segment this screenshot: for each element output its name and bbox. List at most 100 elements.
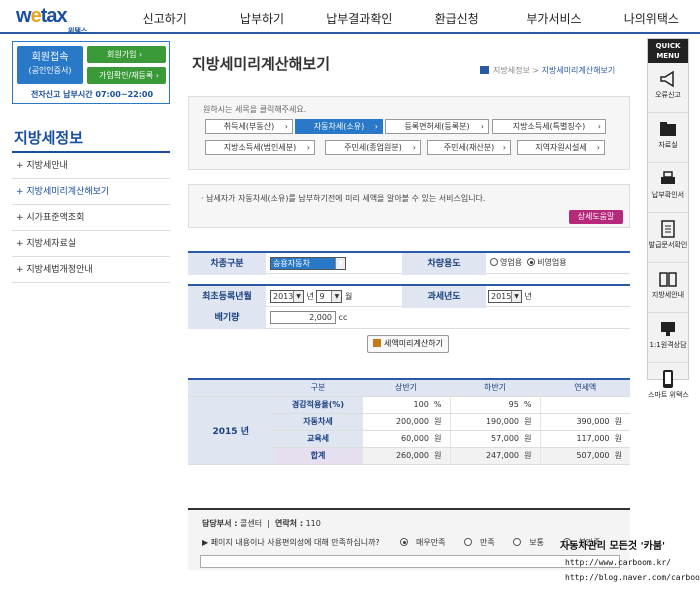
left-menu-item-guide[interactable]: + 지방세안내 bbox=[12, 153, 170, 179]
tax-year-select[interactable]: 2015 ▼ bbox=[488, 290, 522, 303]
tax-btn-resident-property[interactable]: 주민세(재산분) › bbox=[427, 140, 511, 155]
tax-btn-regional-resource[interactable]: 지역자원시설세 › bbox=[517, 140, 605, 155]
breadcrumb: 지방세정보 > 지방세미리계산해보기 bbox=[480, 65, 615, 76]
quick-item-doc-verify[interactable]: 발급문서확인 bbox=[648, 219, 688, 263]
nav-item-extra[interactable]: 부가서비스 bbox=[505, 10, 602, 27]
row-label: 합계 bbox=[273, 447, 362, 465]
usage-radio-business[interactable] bbox=[490, 258, 498, 266]
tax-year-field: 2015 ▼ 년 bbox=[488, 290, 532, 303]
cc-field: 2,000 cc bbox=[270, 311, 347, 324]
home-icon[interactable] bbox=[480, 66, 489, 74]
book-icon bbox=[659, 272, 677, 287]
usage-opt2-label: 비영업용 bbox=[537, 258, 567, 267]
opt-very-satisfied[interactable]: 매우만족 bbox=[400, 538, 453, 547]
monitor-icon bbox=[661, 322, 675, 336]
row-h2: 247,000 원 bbox=[449, 447, 540, 465]
find-account-button[interactable]: 가입확인/재등록 › bbox=[87, 67, 166, 84]
quick-item-label: 스마트 위택스 bbox=[648, 391, 689, 399]
dept-info: 담당부서 : 콜센터 | 연락처 : 110 bbox=[202, 519, 321, 528]
nav-item-report[interactable]: 신고하기 bbox=[116, 10, 213, 27]
chevron-down-icon: ▼ bbox=[293, 291, 303, 302]
row-h2: 95 % bbox=[449, 396, 540, 414]
tax-select-box: 원하시는 세목을 클릭해주세요. 취득세(부동산) › 자동차세(소유) › 등록면… bbox=[188, 96, 630, 170]
tax-btn-resident-employee[interactable]: 주민세(종업원분) › bbox=[325, 140, 421, 155]
join-button[interactable]: 회원가입 › bbox=[87, 46, 166, 63]
tax-btn-registration[interactable]: 등록면허세(등록분) › bbox=[385, 119, 489, 134]
breadcrumb-current: 지방세미리계산해보기 bbox=[541, 66, 616, 75]
tax-btn-car[interactable]: 자동차세(소유) › bbox=[295, 119, 383, 134]
logo-text: wetax bbox=[16, 5, 68, 27]
chevron-down-icon: ▼ bbox=[331, 291, 342, 302]
radio[interactable] bbox=[464, 538, 472, 546]
quick-item-label: 자료실 bbox=[658, 141, 678, 149]
unit: 원 bbox=[524, 417, 532, 426]
left-menu-item-precalc[interactable]: + 지방세미리계산해보기 bbox=[12, 179, 170, 205]
wetax-logo[interactable]: wetax 위택스 bbox=[16, 5, 96, 35]
tax-year-label: 과세년도 bbox=[402, 286, 486, 308]
nav-item-my[interactable]: 나의위택스 bbox=[603, 10, 700, 27]
reg-year-select[interactable]: 2013 ▼ bbox=[270, 290, 304, 303]
row-h1: 100 % bbox=[361, 396, 450, 414]
tax-btn-label: 주민세(종업원분) bbox=[344, 143, 402, 152]
unit: % bbox=[523, 400, 532, 409]
quick-item-remote-consult[interactable]: 1:1원격상담 bbox=[648, 319, 688, 363]
quick-item-error-report[interactable]: 오류신고 bbox=[648, 69, 688, 113]
result-header-empty bbox=[188, 379, 274, 397]
quick-item-smart-wetax[interactable]: 스마트 위택스 bbox=[648, 369, 689, 413]
contact-label: 연락처 : bbox=[274, 519, 304, 528]
tax-btn-acquisition[interactable]: 취득세(부동산) › bbox=[205, 119, 293, 134]
printer-icon bbox=[661, 171, 675, 184]
value: 200,000 bbox=[395, 417, 430, 426]
logo-sub: 위택스 bbox=[68, 27, 88, 35]
opt-neutral[interactable]: 보통 bbox=[513, 538, 552, 547]
quick-item-library[interactable]: 자료실 bbox=[648, 119, 688, 163]
quick-item-payment-cert[interactable]: 납부확인서 bbox=[648, 169, 688, 213]
chevron-down-icon: ▼ bbox=[335, 258, 345, 269]
row-label: 교육세 bbox=[273, 430, 362, 448]
radio[interactable] bbox=[400, 538, 408, 546]
quick-item-tax-guide[interactable]: 지방세안내 bbox=[648, 269, 688, 313]
phone-icon bbox=[663, 370, 673, 388]
breadcrumb-parent[interactable]: 지방세정보 bbox=[493, 66, 530, 75]
tax-btn-income-corporate[interactable]: 지방소득세(법인세분) › bbox=[205, 140, 315, 155]
reg-year-value: 2013 bbox=[273, 292, 294, 301]
feedback-input[interactable] bbox=[200, 555, 620, 568]
value: 100 bbox=[413, 400, 429, 409]
watermark-title: 자동차관리 모든것 '카붐' bbox=[560, 541, 666, 552]
tax-btn-label: 지방소득세(특별징수) bbox=[512, 122, 586, 131]
result-header-row: 구분 상반기 하반기 연세액 bbox=[188, 379, 630, 397]
unit: 원 bbox=[434, 451, 442, 460]
value: 95 bbox=[508, 400, 519, 409]
left-menu-item-standard-price[interactable]: + 시가표준액조회 bbox=[12, 205, 170, 231]
notice-box: · 납세자가 자동차세(소유)를 납부하기전에 미리 세액을 알아볼 수 있는 … bbox=[188, 184, 630, 228]
login-box: 회원접속 (공인인증서) 회원가입 › 가입확인/재등록 › 전자신고 납부시간… bbox=[12, 41, 170, 104]
reg-month-select[interactable]: 9 ▼ bbox=[316, 290, 343, 303]
reg-year-unit: 년 bbox=[306, 292, 314, 301]
nav-item-refund[interactable]: 환급신청 bbox=[408, 10, 505, 27]
member-login-button[interactable]: 회원접속 (공인인증서) bbox=[17, 46, 83, 84]
row-total: 117,000 원 bbox=[539, 430, 630, 448]
form-row-cc: 배기량 2,000 cc bbox=[188, 307, 630, 329]
tax-btn-label: 자동차세(소유) bbox=[313, 122, 365, 131]
left-menu-item-law[interactable]: + 지방세법개정안내 bbox=[12, 257, 170, 283]
value: 57,000 bbox=[491, 434, 520, 443]
row-h2: 57,000 원 bbox=[449, 430, 540, 448]
table-row: 2015 년 경감적용율(%) 100 % 95 % bbox=[188, 396, 630, 465]
left-menu-item-library[interactable]: + 지방세자료실 bbox=[12, 231, 170, 257]
quick-item-label: 발급문서확인 bbox=[648, 241, 688, 249]
nav-item-pay[interactable]: 납부하기 bbox=[213, 10, 310, 27]
usage-radio-nonbusiness[interactable] bbox=[527, 258, 536, 266]
calculate-button[interactable]: 세액미리계산하기 bbox=[367, 335, 449, 353]
cc-input[interactable]: 2,000 bbox=[270, 311, 336, 324]
radio[interactable] bbox=[513, 538, 522, 546]
value: 60,000 bbox=[401, 434, 430, 443]
opt-label: 보통 bbox=[529, 538, 545, 547]
opt-satisfied[interactable]: 만족 bbox=[464, 538, 503, 547]
nav-item-pay-result[interactable]: 납부결과확인 bbox=[311, 10, 408, 27]
tax-btn-income-withholding[interactable]: 지방소득세(특별징수) › bbox=[492, 119, 606, 134]
value: 190,000 bbox=[485, 417, 520, 426]
car-type-select[interactable]: 승용자동차 ▼ bbox=[270, 257, 346, 270]
help-button[interactable]: 상세도움말 bbox=[569, 210, 623, 224]
reg-month-value: 9 bbox=[319, 292, 325, 301]
megaphone-icon bbox=[660, 70, 674, 88]
